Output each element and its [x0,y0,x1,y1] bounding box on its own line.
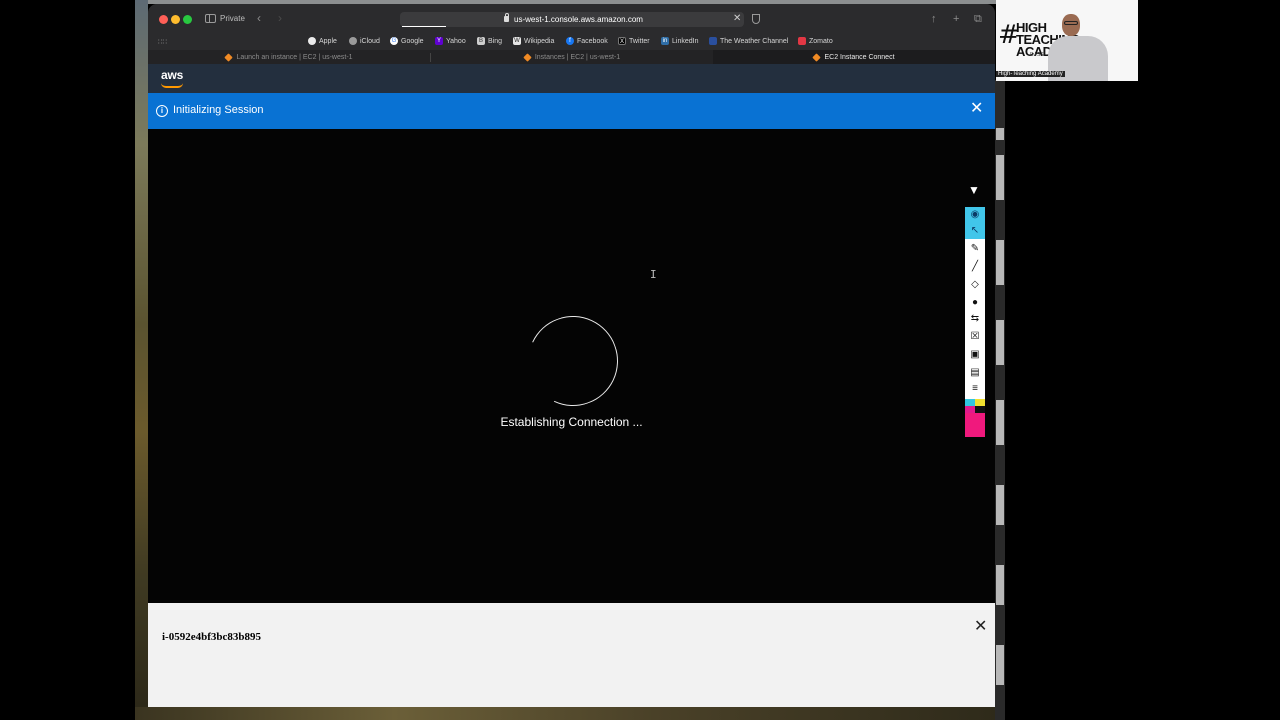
undo-redo-icon[interactable]: ⇆ [965,311,985,327]
close-window-button[interactable] [159,15,168,24]
text-cursor-icon: I [650,268,657,281]
bookmark-bing[interactable]: B Bing [477,37,502,45]
selected-color-swatch[interactable] [965,413,985,437]
weather-icon [709,37,717,45]
title-bar: Private ‹ › us-west-1.console.aws.amazon… [148,4,995,34]
wikipedia-icon: W [513,37,521,45]
bookmark-icloud[interactable]: iCloud [349,37,380,45]
aws-smile-icon [161,83,183,88]
connection-status: Establishing Connection ... [500,415,643,429]
apple-icon [308,37,316,45]
ec2-favicon-icon [812,52,822,62]
bookmark-weather-channel[interactable]: The Weather Channel [709,37,788,45]
browser-window: Private ‹ › us-west-1.console.aws.amazon… [148,4,995,707]
bookmark-zomato[interactable]: Zomato [798,37,833,45]
presenter-glasses [1064,21,1078,25]
aws-console-header: aws [148,64,995,93]
bookmark-twitter[interactable]: X Twitter [618,37,650,45]
background-window-edge [996,565,1004,605]
dismiss-notification-button[interactable]: ✕ [970,101,983,117]
background-window-edge [996,155,1004,200]
flash-notification: i Initializing Session ✕ [148,93,995,129]
private-label: Private [220,14,245,23]
bookmark-apple[interactable]: Apple [308,37,337,45]
background-window-edge [996,645,1004,685]
bookmarks-grid-icon[interactable]: ∷∷ [158,38,167,46]
color-swatch-cyan-yellow[interactable] [965,399,985,406]
background-window-edge [996,240,1004,285]
zomato-icon [798,37,806,45]
background-window-edge [996,485,1004,525]
annotation-tools: ◉ ↖ ✎ ╱ ◇ ● ⇆ ☒ ▣ ▤ ≡ [965,207,985,437]
forward-arrow-icon[interactable]: › [278,11,282,25]
pin-icon[interactable]: ▼ [968,183,980,197]
tab-overview-icon[interactable]: ⧉ [974,13,982,26]
tab-launch-instance[interactable]: Launch an instance | EC2 | us-west-1 [148,50,430,64]
annotation-toolbar: ▼ ◉ ↖ ✎ ╱ ◇ ● ⇆ ☒ ▣ ▤ ≡ [965,183,985,437]
camera-icon[interactable]: ▤ [965,365,985,381]
bookmarks-bar: ∷∷ Apple iCloud G Google Y Yahoo B Bing W Wi… [148,34,995,50]
bookmark-yahoo[interactable]: Y Yahoo [435,37,466,45]
icloud-icon [349,37,357,45]
webcam-caption: High-Teaching Academy [996,71,1065,77]
lock-icon [504,13,509,22]
stop-loading-icon[interactable]: ✕ [733,13,741,24]
facebook-icon: f [566,37,574,45]
linkedin-icon: in [661,37,669,45]
bookmark-facebook[interactable]: f Facebook [566,37,608,45]
layers-icon[interactable]: ≡ [965,381,985,397]
terminal-area[interactable]: I Establishing Connection ... [148,129,995,603]
bookmark-google[interactable]: G Google [390,37,424,45]
minimize-window-button[interactable] [171,15,180,24]
instance-id: i-0592e4bf3bc83b895 [162,631,261,643]
instance-info-panel: i-0592e4bf3bc83b895 ✕ [148,603,995,707]
tab-bar: Launch an instance | EC2 | us-west-1 Ins… [148,50,995,64]
tab-ec2-instance-connect[interactable]: EC2 Instance Connect [713,50,995,64]
yahoo-icon: Y [435,37,443,45]
bookmark-linkedin[interactable]: in LinkedIn [661,37,698,45]
background-window-edge [996,128,1004,140]
cursor-arrow-icon[interactable]: ↖ [965,223,985,239]
webcam-overlay: # HIGH TEACHING ACADEMY RISE ... EST [996,0,1138,81]
screen: Private ‹ › us-west-1.console.aws.amazon… [0,0,1280,720]
fullscreen-window-button[interactable] [183,15,192,24]
page-load-progress [402,26,446,27]
back-arrow-icon[interactable]: ‹ [257,11,261,25]
line-icon[interactable]: ╱ [965,259,985,275]
share-icon[interactable]: ↑ [931,13,937,25]
dot-size-icon[interactable]: ● [965,295,985,311]
twitter-icon: X [618,37,626,45]
presenter-head [1062,14,1080,36]
privacy-shield-icon[interactable] [752,14,760,24]
desktop-wallpaper-bottom [135,707,1000,720]
background-window-edge [996,320,1004,365]
background-window-edge [996,400,1004,445]
google-icon: G [390,37,398,45]
screen-icon[interactable]: ▣ [965,347,985,363]
bookmark-wikipedia[interactable]: W Wikipedia [513,37,554,45]
eye-icon[interactable]: ◉ [965,207,985,223]
trash-icon[interactable]: ☒ [965,329,985,345]
new-tab-icon[interactable]: + [953,13,959,25]
tab-instances[interactable]: Instances | EC2 | us-west-1 [431,50,713,64]
ec2-favicon-icon [224,52,234,62]
color-swatch-magenta-black[interactable] [965,406,985,413]
aws-logo[interactable]: aws [161,68,183,82]
desktop-wallpaper-left [135,0,148,720]
bing-icon: B [477,37,485,45]
info-icon: i [156,105,168,117]
pen-icon[interactable]: ✎ [965,241,985,257]
eraser-icon[interactable]: ◇ [965,277,985,293]
sidebar-toggle-icon[interactable] [205,14,216,23]
address-bar[interactable]: us-west-1.console.aws.amazon.com [400,12,744,27]
flash-message: Initializing Session [173,104,264,116]
url-text[interactable]: us-west-1.console.aws.amazon.com [514,15,643,24]
ec2-favicon-icon [523,52,532,62]
close-panel-button[interactable]: ✕ [974,619,987,635]
loading-spinner-icon [515,303,631,419]
